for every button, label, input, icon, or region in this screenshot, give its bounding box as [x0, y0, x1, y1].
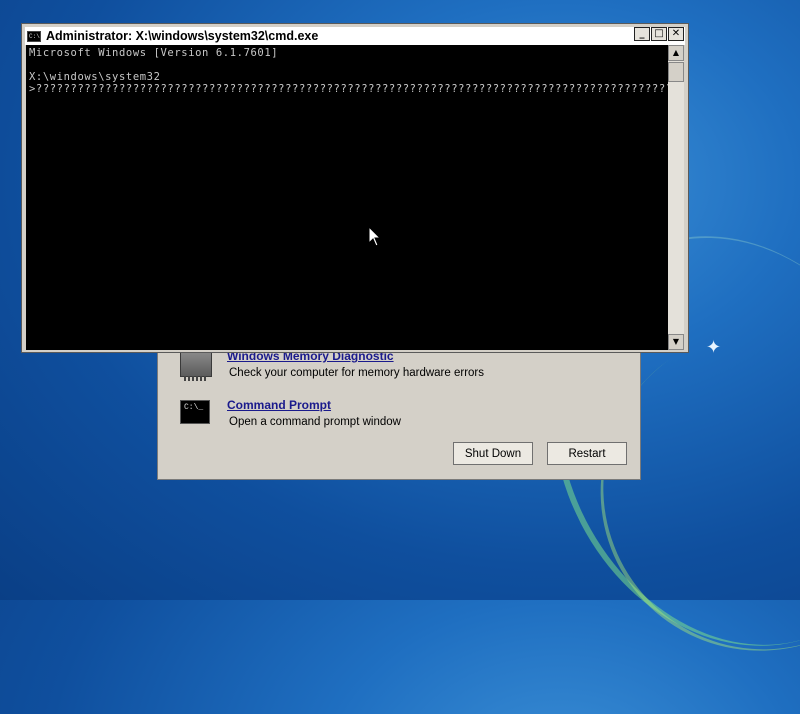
close-button[interactable]: ✕: [668, 27, 684, 41]
scroll-thumb[interactable]: [668, 62, 684, 82]
console-area[interactable]: Microsoft Windows [Version 6.1.7601] X:\…: [26, 45, 668, 350]
window-title: Administrator: X:\windows\system32\cmd.e…: [46, 29, 319, 43]
memory-chip-icon: [180, 351, 212, 381]
command-prompt-description: Open a command prompt window: [229, 416, 401, 428]
cmd-titlebar[interactable]: C:\ Administrator: X:\windows\system32\c…: [25, 27, 685, 45]
memory-diagnostic-description: Check your computer for memory hardware …: [229, 367, 484, 379]
maximize-button[interactable]: □: [651, 27, 667, 41]
restart-button[interactable]: Restart: [547, 442, 627, 465]
command-prompt-icon: C:\_: [180, 400, 210, 424]
command-prompt-link[interactable]: Command Prompt: [227, 398, 331, 412]
scroll-down-arrow-icon[interactable]: ▼: [668, 334, 684, 350]
console-line-prompt: X:\windows\system32>????????????????????…: [29, 71, 668, 95]
window-controls: _ □ ✕: [633, 27, 684, 41]
console-line-version: Microsoft Windows [Version 6.1.7601]: [29, 47, 279, 59]
shut-down-button[interactable]: Shut Down: [453, 442, 533, 465]
minimize-button[interactable]: _: [634, 27, 650, 41]
mouse-cursor-icon: [368, 226, 382, 247]
vertical-scrollbar[interactable]: ▲ ▼: [668, 45, 684, 350]
system-recovery-dialog: Windows Memory Diagnostic Check your com…: [157, 340, 641, 480]
scroll-up-arrow-icon[interactable]: ▲: [668, 45, 684, 61]
wallpaper-bird-icon: ✦: [706, 337, 722, 357]
console-output: Microsoft Windows [Version 6.1.7601] X:\…: [26, 45, 668, 97]
cmd-window-icon[interactable]: C:\: [27, 30, 41, 42]
cmd-window: C:\ Administrator: X:\windows\system32\c…: [21, 23, 689, 353]
